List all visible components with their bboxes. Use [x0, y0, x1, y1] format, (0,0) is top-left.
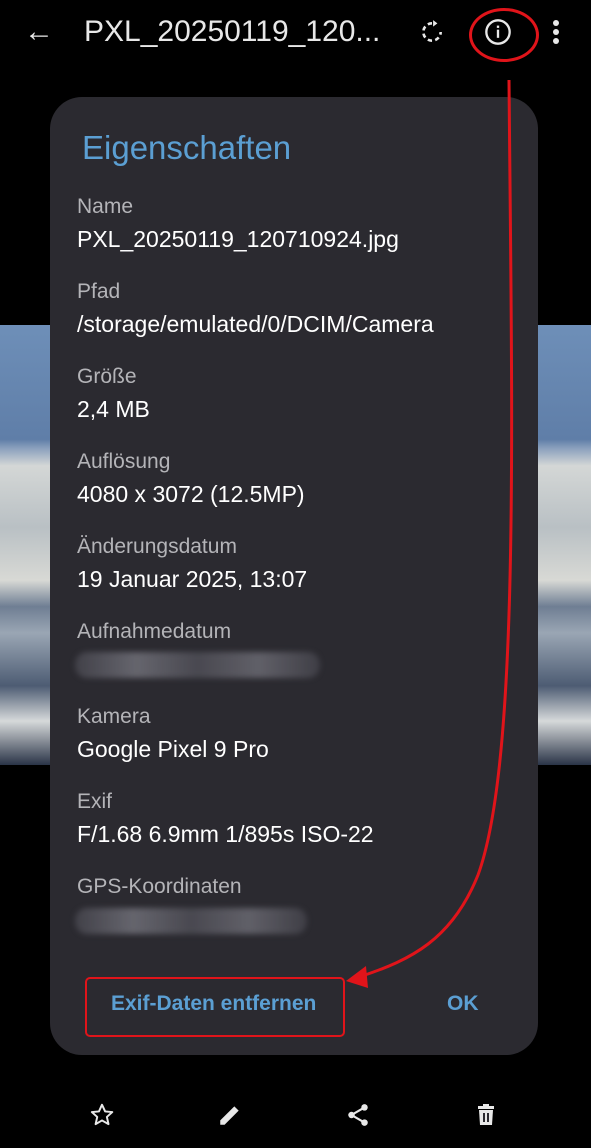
prop-value-size: 2,4 MB: [77, 396, 150, 422]
prop-label-path: Pfad: [77, 280, 121, 303]
ok-button[interactable]: OK: [447, 990, 479, 1018]
prop-label-size: Größe: [77, 365, 137, 388]
prop-value-name: PXL_20250119_120710924.jpg: [77, 226, 399, 252]
prop-label-resolution: Auflösung: [77, 450, 171, 473]
arrow-back-icon: ←: [24, 15, 54, 48]
more-options-button[interactable]: [538, 14, 574, 50]
prop-label-camera: Kamera: [77, 705, 151, 728]
prop-value-gps-redacted: [75, 908, 307, 934]
share-button[interactable]: [340, 1097, 376, 1133]
annotation-box: [85, 977, 345, 1037]
edit-icon: [220, 1106, 239, 1125]
prop-label-exif: Exif: [77, 790, 113, 813]
dialog-title: Eigenschaften: [82, 129, 292, 166]
file-title: PXL_20250119_120...: [84, 15, 381, 48]
prop-value-camera: Google Pixel 9 Pro: [77, 736, 269, 762]
favorite-button[interactable]: [84, 1097, 120, 1133]
prop-label-name: Name: [77, 195, 134, 218]
delete-button[interactable]: [468, 1097, 504, 1133]
prop-value-taken-redacted: [75, 652, 320, 678]
back-button[interactable]: ←: [24, 14, 56, 50]
edit-button[interactable]: [212, 1097, 248, 1133]
prop-label-taken: Aufnahmedatum: [77, 620, 232, 643]
bottom-action-bar: [0, 1085, 591, 1148]
prop-value-exif: F/1.68 6.9mm 1/895s ISO-22: [77, 821, 374, 847]
rotate-button[interactable]: [414, 14, 450, 50]
delete-icon: [478, 1104, 494, 1125]
prop-value-path: /storage/emulated/0/DCIM/Camera: [77, 311, 434, 337]
prop-label-modified: Änderungsdatum: [77, 535, 237, 558]
share-icon: [348, 1104, 368, 1126]
prop-value-modified: 19 Januar 2025, 13:07: [77, 566, 308, 592]
rotate-icon: [422, 20, 442, 42]
properties-dialog: Eigenschaften Name PXL_20250119_12071092…: [50, 97, 538, 1055]
prop-value-resolution: 4080 x 3072 (12.5MP): [77, 481, 305, 507]
more-vert-icon: [553, 20, 559, 44]
prop-label-gps: GPS-Koordinaten: [77, 875, 242, 898]
star-icon: [90, 1103, 114, 1126]
annotation-circle: [469, 8, 539, 62]
